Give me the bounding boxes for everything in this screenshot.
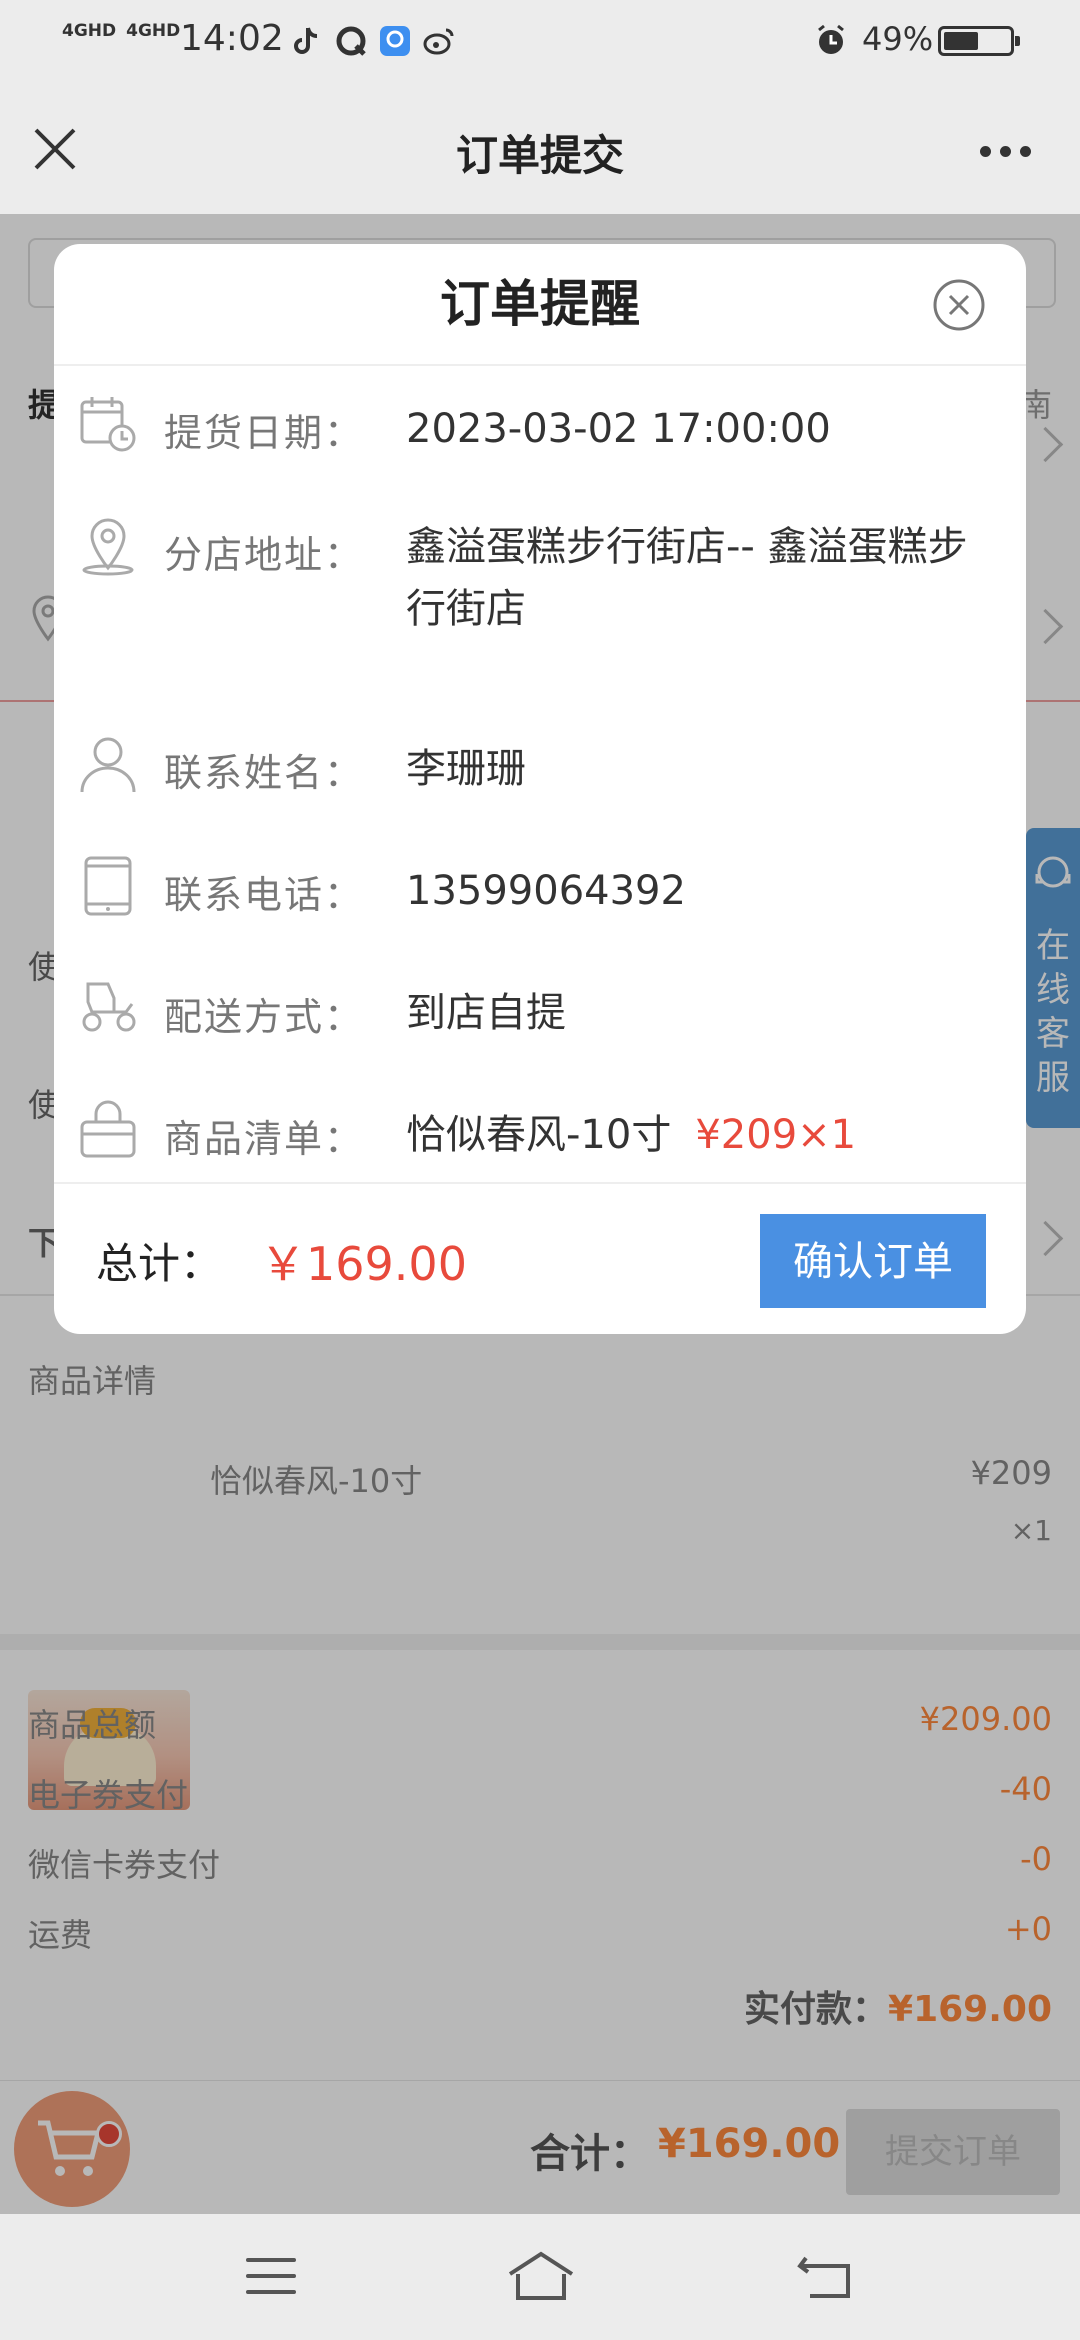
divider xyxy=(54,364,1026,366)
calendar-clock-icon xyxy=(80,397,136,452)
network-indicator: 4GHD 4GHD xyxy=(62,22,190,40)
store-address-label: 分店地址： xyxy=(164,533,365,577)
dialog-title: 订单提醒 xyxy=(440,275,640,333)
tablet-icon xyxy=(84,856,132,916)
app-q-icon xyxy=(336,26,366,56)
more-icon[interactable] xyxy=(980,146,1040,158)
confirm-order-button[interactable]: 确认订单 xyxy=(760,1214,986,1308)
shopping-bag-icon xyxy=(80,1100,136,1158)
scooter-icon xyxy=(82,982,136,1032)
pickup-date-value: 2023-03-02 17:00:00 xyxy=(406,406,831,452)
status-bar: 4GHD 4GHD 14:02 49% xyxy=(0,0,1080,84)
battery-icon xyxy=(938,26,1020,56)
system-nav-bar xyxy=(0,2214,1080,2340)
status-time: 14:02 xyxy=(180,18,284,59)
total-label: 总计： xyxy=(96,1239,223,1288)
goods-list-label: 商品清单： xyxy=(164,1117,365,1161)
back-icon[interactable] xyxy=(796,2250,856,2302)
dialog-close-icon[interactable] xyxy=(932,278,986,332)
page-title: 订单提交 xyxy=(455,131,624,180)
goods-list-value: 恰似春风-10寸 ¥209×1 xyxy=(406,1104,1006,1166)
delivery-method-label: 配送方式： xyxy=(164,995,365,1039)
network-label-1: 4GHD xyxy=(62,21,117,41)
menu-icon[interactable] xyxy=(246,2258,296,2306)
network-label-2: 4GHD xyxy=(126,21,181,41)
store-address-value: 鑫溢蛋糕步行街店-- 鑫溢蛋糕步行街店 xyxy=(406,524,968,632)
weibo-icon xyxy=(423,28,454,55)
total-value: ￥169.00 xyxy=(260,1237,467,1291)
alarm-icon xyxy=(818,24,844,54)
tiktok-icon xyxy=(294,27,318,54)
contact-phone-label: 联系电话： xyxy=(164,873,365,917)
goods-price: ¥209×1 xyxy=(695,1112,857,1158)
contact-name-label: 联系姓名： xyxy=(164,751,365,795)
app-blue-icon xyxy=(380,26,410,56)
goods-name: 恰似春风-10寸 xyxy=(406,1112,672,1158)
contact-name-value: 李珊珊 xyxy=(406,746,526,792)
order-reminder-dialog: 订单提醒 提货日期： 2023-03-02 17:00:00 分店地址： 鑫溢蛋… xyxy=(54,244,1026,1334)
divider xyxy=(54,1182,1026,1184)
contact-phone-value: 13599064392 xyxy=(406,868,686,914)
battery-percent: 49% xyxy=(862,20,934,58)
location-pin-icon xyxy=(82,518,134,576)
pickup-date-label: 提货日期： xyxy=(164,411,365,455)
delivery-method-value: 到店自提 xyxy=(406,990,566,1036)
nav-bar: 订单提交 xyxy=(0,84,1080,214)
home-icon[interactable] xyxy=(506,2250,576,2302)
person-icon xyxy=(80,737,136,793)
